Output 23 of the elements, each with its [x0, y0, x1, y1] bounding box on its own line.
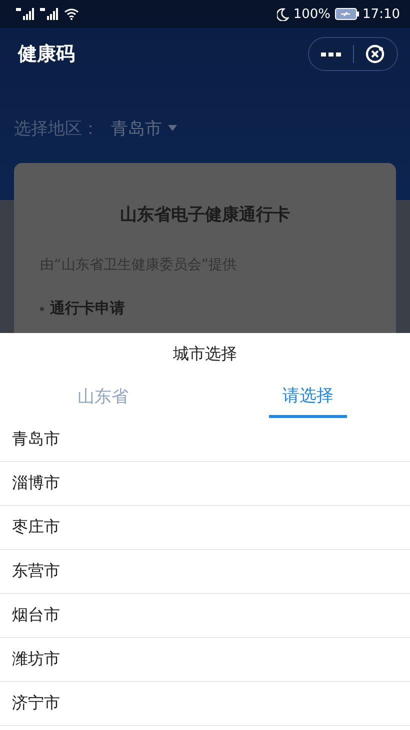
close-icon — [365, 44, 386, 64]
cellular-signal-icon — [16, 8, 36, 20]
cellular-signal-icon — [40, 8, 60, 20]
battery-icon — [334, 8, 359, 20]
city-item[interactable]: 青岛市 — [0, 418, 410, 462]
city-item[interactable]: 烟台市 — [0, 594, 410, 638]
city-item[interactable]: 东营市 — [0, 550, 410, 594]
battery-percent: 100% — [293, 6, 331, 22]
wifi-icon — [64, 8, 79, 20]
region-label: 选择地区： — [14, 118, 99, 140]
more-icon — [320, 52, 341, 56]
moon-icon — [277, 8, 290, 20]
bullet-icon — [40, 306, 44, 310]
caret-icon — [168, 125, 177, 131]
clock-time: 17:10 — [362, 6, 400, 22]
city-item[interactable]: 济宁市 — [0, 682, 410, 726]
city-item[interactable]: 淄博市 — [0, 462, 410, 506]
tab[interactable]: 请选择 — [269, 375, 347, 418]
city-item[interactable]: 潍坊市 — [0, 638, 410, 682]
city-item[interactable]: 枣庄市 — [0, 506, 410, 550]
sheet-title: 城市选择 — [172, 342, 238, 364]
card-title: 山东省电子健康通行卡 — [119, 204, 291, 226]
page-title: 健康码 — [18, 42, 76, 67]
